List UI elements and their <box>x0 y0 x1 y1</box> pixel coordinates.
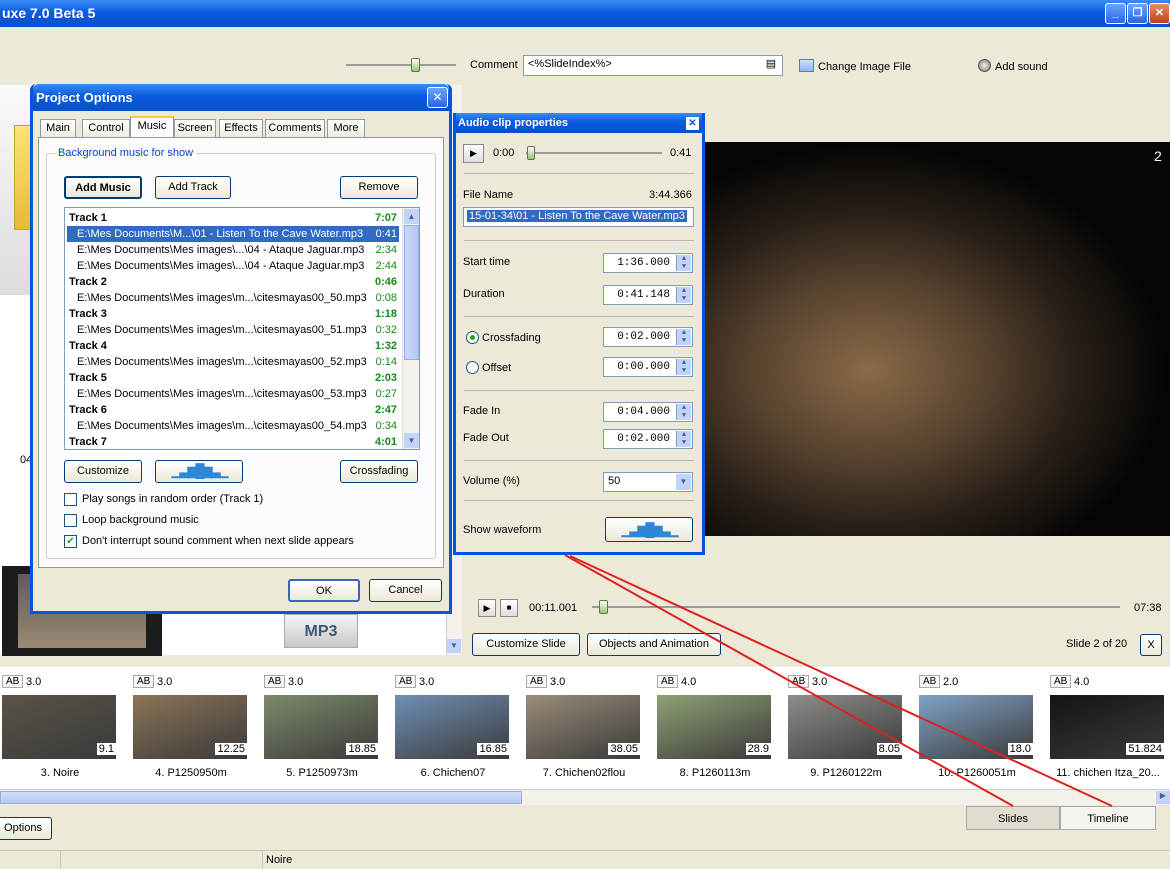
arrow-to-timeline-tab <box>569 555 1113 807</box>
annotation-arrows <box>564 554 1113 807</box>
arrow-to-slides-tab <box>564 554 1014 807</box>
